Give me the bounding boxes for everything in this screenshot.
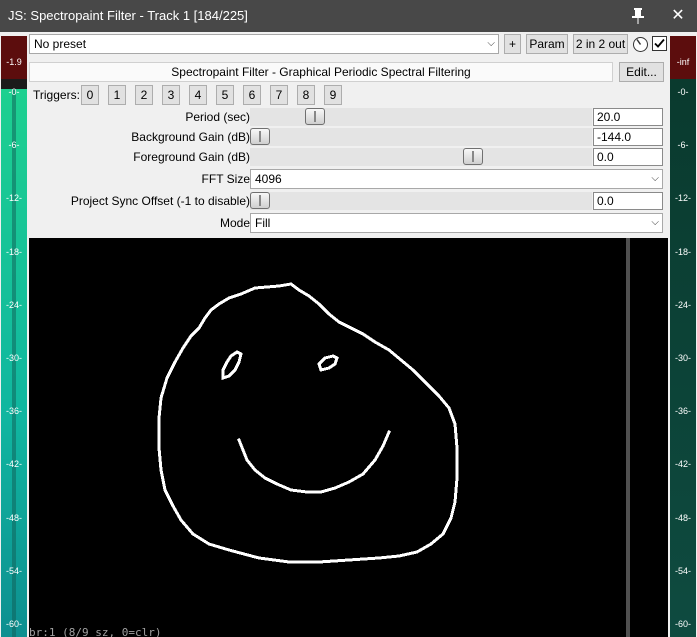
- smile: [237, 430, 391, 494]
- brush-status: br:1 (8/9 sz, 0=clr): [29, 626, 162, 637]
- bg-gain-slider-thumb[interactable]: [250, 128, 270, 145]
- trigger-button-4[interactable]: 4: [189, 85, 207, 105]
- output-peak-readout: -inf: [670, 36, 696, 79]
- trigger-button-6[interactable]: 6: [243, 85, 261, 105]
- window-title: JS: Spectropaint Filter - Track 1 [184/2…: [8, 8, 248, 23]
- io-routing-button[interactable]: 2 in 2 out: [573, 34, 628, 54]
- edit-button[interactable]: Edit...: [619, 62, 664, 82]
- spectrogram-canvas[interactable]: br:1 (8/9 sz, 0=clr): [29, 238, 668, 637]
- left-meter-tick: -0-: [8, 87, 20, 97]
- fg-gain-label: Foreground Gain (dB): [133, 150, 250, 164]
- left-meter-tick: -30-: [5, 353, 22, 363]
- period-input[interactable]: 20.0: [593, 108, 663, 126]
- plugin-panel: No preset ⌵ + Param 2 in 2 out Spectropa…: [27, 32, 670, 637]
- close-icon[interactable]: ✕: [668, 6, 688, 26]
- bg-gain-slider[interactable]: [250, 128, 592, 146]
- mode-dropdown[interactable]: Fill ⌵: [250, 213, 663, 233]
- left-meter-tick: -48-: [5, 512, 22, 523]
- preset-value: No preset: [34, 37, 87, 51]
- chevron-down-icon: ⌵: [487, 38, 495, 49]
- right-meter-tick: -60-: [674, 619, 691, 629]
- left-meter-tick: -36-: [5, 406, 22, 417]
- chevron-down-icon: ⌵: [651, 173, 659, 184]
- triggers-label: Triggers:: [33, 88, 80, 102]
- bg-gain-label: Background Gain (dB): [131, 130, 250, 144]
- fg-gain-slider-thumb[interactable]: [463, 148, 483, 165]
- pin-icon[interactable]: [628, 6, 648, 26]
- right-meter-tick: -54-: [674, 565, 691, 576]
- left-meter-tick: -18-: [5, 246, 22, 257]
- right-meter-tick: -30-: [674, 353, 691, 363]
- add-preset-button[interactable]: +: [504, 34, 521, 54]
- left-meter-tick: -60-: [5, 619, 22, 629]
- trigger-button-2[interactable]: 2: [135, 85, 153, 105]
- preset-dropdown[interactable]: No preset ⌵: [29, 34, 499, 54]
- sync-offset-slider[interactable]: [250, 192, 592, 210]
- left-meter-tick: -24-: [5, 299, 22, 310]
- period-slider-thumb[interactable]: [305, 108, 325, 125]
- fft-size-dropdown[interactable]: 4096 ⌵: [250, 169, 663, 189]
- left-meter-tick: -6-: [8, 140, 20, 151]
- wet-dry-knob-icon[interactable]: [632, 36, 649, 53]
- fft-size-value: 4096: [255, 172, 282, 186]
- right-meter-tick: -24-: [674, 299, 691, 310]
- left-eye: [221, 350, 243, 381]
- fft-size-label: FFT Size: [201, 172, 250, 186]
- mode-label: Mode: [219, 216, 250, 230]
- input-meter-scale: -0- -6- -12- -18- -24- -30- -36- -42- -48- -54- -6…: [1, 79, 27, 637]
- right-meter-tick: -0-: [677, 87, 689, 97]
- left-meter-tick: -54-: [5, 565, 22, 576]
- period-slider[interactable]: [250, 108, 592, 126]
- bypass-checkbox[interactable]: [652, 36, 667, 51]
- right-meter-tick: -36-: [674, 406, 691, 417]
- left-meter-tick: -12-: [5, 193, 22, 204]
- fg-gain-slider[interactable]: [250, 148, 592, 166]
- right-meter-tick: -18-: [674, 246, 691, 257]
- trigger-button-7[interactable]: 7: [270, 85, 288, 105]
- input-level-meter: -1.9 -0- -6- -12- -18- -24- -30- -36- -42- -48- -…: [1, 36, 27, 637]
- right-eye: [317, 354, 339, 372]
- sync-offset-label: Project Sync Offset (-1 to disable): [70, 194, 250, 208]
- title-bar: JS: Spectropaint Filter - Track 1 [184/2…: [0, 0, 697, 32]
- period-label: Period (sec): [185, 110, 250, 124]
- trigger-button-5[interactable]: 5: [216, 85, 234, 105]
- face-outline: [157, 282, 459, 564]
- trigger-button-3[interactable]: 3: [162, 85, 180, 105]
- mode-value: Fill: [255, 216, 271, 230]
- trigger-button-0[interactable]: 0: [81, 85, 99, 105]
- left-meter-tick: -42-: [5, 459, 22, 470]
- bg-gain-input[interactable]: -144.0: [593, 128, 663, 146]
- right-meter-tick: -42-: [674, 459, 691, 470]
- right-meter-tick: -6-: [677, 140, 689, 151]
- playback-cursor: [626, 238, 630, 637]
- chevron-down-icon: ⌵: [651, 217, 659, 228]
- param-button[interactable]: Param: [526, 34, 568, 54]
- input-peak-readout: -1.9: [1, 36, 27, 79]
- plugin-description: Spectropaint Filter - Graphical Periodic…: [29, 62, 613, 82]
- sync-offset-input[interactable]: 0.0: [593, 192, 663, 210]
- output-meter-scale: -0- -6- -12- -18- -24- -30- -36- -42- -48- -54- -6…: [670, 79, 696, 637]
- trigger-button-9[interactable]: 9: [324, 85, 342, 105]
- trigger-button-1[interactable]: 1: [108, 85, 126, 105]
- trigger-button-8[interactable]: 8: [297, 85, 315, 105]
- fg-gain-input[interactable]: 0.0: [593, 148, 663, 166]
- right-meter-tick: -12-: [674, 193, 691, 204]
- output-level-meter: -inf -0- -6- -12- -18- -24- -30- -36- -42- -48- -…: [670, 36, 696, 637]
- sync-offset-slider-thumb[interactable]: [250, 192, 270, 209]
- right-meter-tick: -48-: [674, 512, 691, 523]
- painted-drawing: [157, 282, 459, 564]
